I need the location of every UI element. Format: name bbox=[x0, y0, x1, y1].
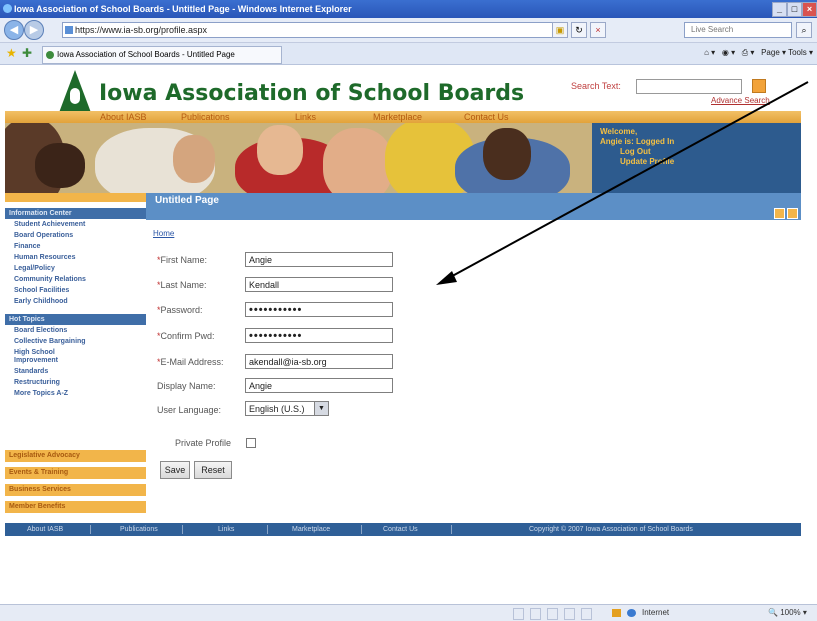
security-icon bbox=[612, 609, 621, 617]
status-bar: Internet 🔍 100% ▾ bbox=[0, 604, 817, 621]
zone-text: Internet bbox=[642, 608, 670, 617]
globe-icon bbox=[627, 609, 636, 617]
annotation-arrow bbox=[436, 81, 809, 285]
zoom-level[interactable]: 🔍 100% ▾ bbox=[768, 605, 807, 621]
